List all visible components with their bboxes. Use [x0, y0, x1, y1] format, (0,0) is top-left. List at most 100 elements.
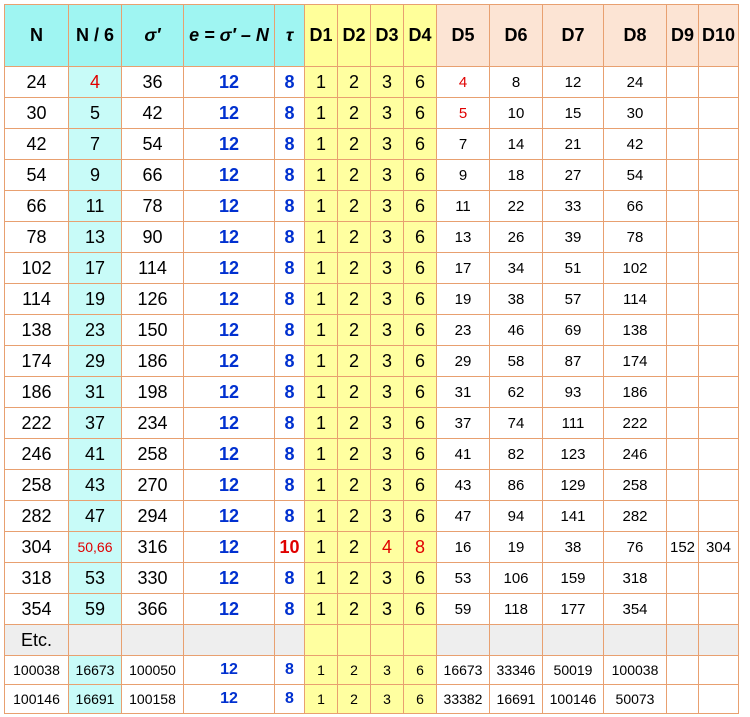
cell-d6: 34	[489, 252, 543, 284]
cell-d1: 1	[304, 345, 338, 377]
cell-d2: 2	[337, 159, 371, 191]
divisor-table-container: N N / 6 σ′ e = σ′ – N τ D1 D2 D3 D4 D5 D…	[4, 4, 739, 714]
cell-n-div-6: 19	[68, 283, 122, 315]
cell-d1: 1	[304, 376, 338, 408]
cell-sigma-prime: 90	[121, 221, 184, 253]
table-row: 30 5 42 12 8 1 2 3 6 5 10 15 30	[4, 97, 739, 129]
cell-d4: 6	[403, 407, 437, 439]
cell-d9	[666, 655, 699, 685]
cell-n: 138	[4, 314, 69, 346]
cell-n: 304	[4, 531, 69, 563]
cell-d7: 57	[542, 283, 604, 315]
cell-d5: 9	[436, 159, 490, 191]
table-row: 66 11 78 12 8 1 2 3 6 11 22 33 66	[4, 190, 739, 222]
cell-tau: 8	[274, 345, 305, 377]
cell-sigma-prime: 78	[121, 190, 184, 222]
etc-empty-cell	[489, 624, 543, 656]
cell-e: 12	[183, 438, 275, 470]
cell-d8: 258	[603, 469, 667, 501]
cell-d5: 37	[436, 407, 490, 439]
cell-d6: 82	[489, 438, 543, 470]
cell-d10	[698, 655, 739, 685]
etc-empty-cell	[121, 624, 184, 656]
cell-d8: 114	[603, 283, 667, 315]
cell-d7: 111	[542, 407, 604, 439]
cell-d9	[666, 500, 699, 532]
cell-d3: 3	[370, 562, 404, 594]
table-row: 78 13 90 12 8 1 2 3 6 13 26 39 78	[4, 221, 739, 253]
cell-d4: 6	[403, 128, 437, 160]
cell-d7: 21	[542, 128, 604, 160]
cell-d10	[698, 314, 739, 346]
table-row: 354 59 366 12 8 1 2 3 6 59 118 177 354	[4, 593, 739, 625]
cell-e: 12	[183, 469, 275, 501]
cell-d3: 3	[370, 221, 404, 253]
cell-d6: 46	[489, 314, 543, 346]
cell-tau: 8	[274, 438, 305, 470]
cell-n: 354	[4, 593, 69, 625]
cell-d7: 69	[542, 314, 604, 346]
cell-d2: 2	[337, 655, 371, 685]
cell-d4: 6	[403, 252, 437, 284]
cell-d8: 66	[603, 190, 667, 222]
cell-d5: 33382	[436, 684, 490, 714]
cell-d3: 3	[370, 438, 404, 470]
cell-d5: 29	[436, 345, 490, 377]
etc-empty-cell	[436, 624, 490, 656]
cell-n-div-6: 17	[68, 252, 122, 284]
cell-d2: 2	[337, 252, 371, 284]
cell-d9	[666, 407, 699, 439]
cell-d3: 3	[370, 655, 404, 685]
header-d9: D9	[666, 4, 699, 67]
cell-d9	[666, 221, 699, 253]
table-row: 318 53 330 12 8 1 2 3 6 53 106 159 318	[4, 562, 739, 594]
cell-d6: 10	[489, 97, 543, 129]
table-row: 282 47 294 12 8 1 2 3 6 47 94 141 282	[4, 500, 739, 532]
cell-d3: 3	[370, 407, 404, 439]
cell-n-div-6: 29	[68, 345, 122, 377]
cell-d2: 2	[337, 407, 371, 439]
cell-sigma-prime: 66	[121, 159, 184, 191]
cell-d7: 129	[542, 469, 604, 501]
cell-d4: 6	[403, 66, 437, 98]
cell-n: 186	[4, 376, 69, 408]
cell-d7: 12	[542, 66, 604, 98]
cell-n-div-6: 4	[68, 66, 122, 98]
cell-d2: 2	[337, 221, 371, 253]
cell-d1: 1	[304, 252, 338, 284]
cell-sigma-prime: 198	[121, 376, 184, 408]
table-row: 54 9 66 12 8 1 2 3 6 9 18 27 54	[4, 159, 739, 191]
table-row: 258 43 270 12 8 1 2 3 6 43 86 129 258	[4, 469, 739, 501]
cell-d10	[698, 469, 739, 501]
cell-d10	[698, 438, 739, 470]
cell-n-div-6: 59	[68, 593, 122, 625]
cell-d5: 16673	[436, 655, 490, 685]
cell-d6: 62	[489, 376, 543, 408]
etc-empty-cell	[698, 624, 739, 656]
cell-d10	[698, 376, 739, 408]
cell-d5: 11	[436, 190, 490, 222]
cell-d3: 3	[370, 97, 404, 129]
cell-d1: 1	[304, 469, 338, 501]
cell-n-div-6: 23	[68, 314, 122, 346]
cell-d3: 3	[370, 376, 404, 408]
cell-d8: 318	[603, 562, 667, 594]
cell-tau: 8	[274, 593, 305, 625]
cell-d8: 30	[603, 97, 667, 129]
cell-n: 102	[4, 252, 69, 284]
cell-d3: 3	[370, 469, 404, 501]
header-d3: D3	[370, 4, 404, 67]
header-sigma-prime: σ′	[121, 4, 184, 67]
cell-d10	[698, 500, 739, 532]
cell-d1: 1	[304, 438, 338, 470]
cell-n-div-6: 9	[68, 159, 122, 191]
etc-empty-cell	[274, 624, 305, 656]
table-row: 304 50,66 316 12 10 1 2 4 8 16 19 38 76 152 304	[4, 531, 739, 563]
cell-d2: 2	[337, 593, 371, 625]
etc-empty-cell	[603, 624, 667, 656]
cell-d2: 2	[337, 97, 371, 129]
cell-d4: 6	[403, 469, 437, 501]
cell-d9	[666, 376, 699, 408]
highlighted-value: 4	[89, 71, 100, 92]
cell-n: 246	[4, 438, 69, 470]
